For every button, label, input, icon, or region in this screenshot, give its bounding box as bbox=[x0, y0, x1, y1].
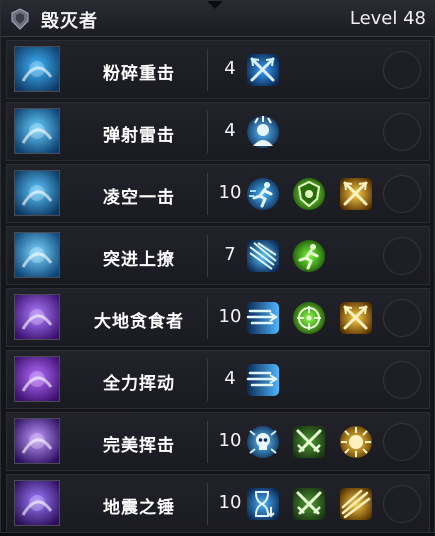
skill-name: 完美挥击 bbox=[103, 436, 175, 456]
skill-rank: 10 bbox=[218, 492, 242, 513]
level-label: Level 48 bbox=[349, 8, 426, 29]
green-runner-icon[interactable] bbox=[292, 239, 326, 273]
divider bbox=[207, 483, 208, 525]
divider bbox=[207, 235, 208, 277]
skull-burst-icon[interactable] bbox=[246, 425, 280, 459]
skill-icon[interactable] bbox=[14, 294, 60, 340]
skill-name: 突进上撩 bbox=[103, 250, 175, 270]
gold-streak-icon[interactable] bbox=[339, 487, 373, 521]
skill-icon[interactable] bbox=[14, 170, 60, 216]
skill-rank: 10 bbox=[218, 306, 242, 327]
skill-name: 全力挥动 bbox=[103, 374, 175, 394]
skill-name: 弹射雷击 bbox=[103, 126, 175, 146]
skill-icon[interactable] bbox=[14, 232, 60, 278]
empty-rune-slot[interactable] bbox=[383, 175, 421, 213]
skill-rank: 4 bbox=[224, 368, 236, 389]
divider bbox=[207, 359, 208, 401]
skill-row[interactable]: 弹射雷击 4 bbox=[6, 102, 430, 161]
skill-icon[interactable] bbox=[14, 356, 60, 402]
header-notch bbox=[207, 1, 223, 9]
empty-rune-slot[interactable] bbox=[383, 361, 421, 399]
skill-row[interactable]: 地震之锤 10 bbox=[6, 474, 430, 533]
empty-rune-slot[interactable] bbox=[383, 485, 421, 523]
skill-rank: 7 bbox=[224, 244, 236, 265]
skill-rank: 10 bbox=[218, 430, 242, 451]
gold-crossed-arrows-icon[interactable] bbox=[339, 301, 373, 335]
empty-rune-slot[interactable] bbox=[383, 423, 421, 461]
empty-rune-slot[interactable] bbox=[383, 299, 421, 337]
hourglass-icon[interactable] bbox=[246, 487, 280, 521]
gold-crossed-arrows-icon[interactable] bbox=[339, 177, 373, 211]
green-shield-icon[interactable] bbox=[292, 177, 326, 211]
crossed-arrows-icon[interactable] bbox=[246, 53, 280, 87]
gold-sunburst-icon[interactable] bbox=[339, 425, 373, 459]
skill-row[interactable]: 凌空一击 10 bbox=[6, 164, 430, 223]
empty-rune-slot[interactable] bbox=[383, 113, 421, 151]
stun-head-icon[interactable] bbox=[246, 115, 280, 149]
skill-panel: 毁灭者 Level 48 粉碎重击 4 弹射雷击 4 凌空一击 10 突进上撩 … bbox=[0, 0, 435, 533]
skill-list: 粉碎重击 4 弹射雷击 4 凌空一击 10 突进上撩 7 大地贪食者 10 全力… bbox=[6, 40, 430, 536]
speed-lines-icon[interactable] bbox=[246, 301, 280, 335]
skill-name: 大地贪食者 bbox=[94, 312, 184, 332]
divider bbox=[207, 111, 208, 153]
skill-row[interactable]: 粉碎重击 4 bbox=[6, 40, 430, 99]
streak-lines-icon[interactable] bbox=[246, 239, 280, 273]
skill-rank: 4 bbox=[224, 58, 236, 79]
class-title: 毁灭者 bbox=[41, 11, 98, 32]
skill-rank: 10 bbox=[218, 182, 242, 203]
skill-icon[interactable] bbox=[14, 108, 60, 154]
skill-rank: 4 bbox=[224, 120, 236, 141]
class-emblem-icon bbox=[11, 8, 29, 30]
skill-icon[interactable] bbox=[14, 46, 60, 92]
green-target-icon[interactable] bbox=[292, 301, 326, 335]
skill-row[interactable]: 突进上撩 7 bbox=[6, 226, 430, 285]
skill-row[interactable]: 全力挥动 4 bbox=[6, 350, 430, 409]
divider bbox=[207, 49, 208, 91]
speed-lines-icon[interactable] bbox=[246, 363, 280, 397]
empty-rune-slot[interactable] bbox=[383, 237, 421, 275]
green-crossed-swords-icon[interactable] bbox=[292, 487, 326, 521]
skill-icon[interactable] bbox=[14, 480, 60, 526]
panel-header: 毁灭者 Level 48 bbox=[1, 1, 435, 37]
skill-name: 凌空一击 bbox=[103, 188, 175, 208]
green-crossed-swords-icon[interactable] bbox=[292, 425, 326, 459]
divider bbox=[207, 421, 208, 463]
divider bbox=[207, 173, 208, 215]
skill-row[interactable]: 大地贪食者 10 bbox=[6, 288, 430, 347]
empty-rune-slot[interactable] bbox=[383, 51, 421, 89]
skill-name: 地震之锤 bbox=[103, 498, 175, 518]
skill-row[interactable]: 完美挥击 10 bbox=[6, 412, 430, 471]
skill-icon[interactable] bbox=[14, 418, 60, 464]
divider bbox=[207, 297, 208, 339]
skill-name: 粉碎重击 bbox=[103, 64, 175, 84]
running-figure-icon[interactable] bbox=[246, 177, 280, 211]
